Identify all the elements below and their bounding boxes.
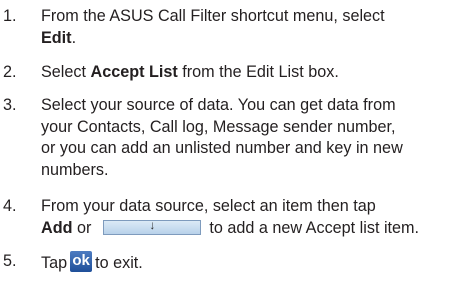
down-arrow-icon: ↓: [149, 217, 156, 232]
step-text-line: your Contacts, Call log, Message sender …: [41, 117, 396, 136]
step-text-part: Select: [41, 63, 91, 81]
step-text: From the ASUS Call Filter shortcut menu,…: [41, 6, 469, 49]
step-text: Select your source of data. You can get …: [41, 95, 469, 181]
step-number: 3.: [3, 96, 17, 114]
step-text-line: Edit.: [41, 28, 469, 50]
ok-button[interactable]: ok: [70, 251, 93, 272]
add-down-button[interactable]: ↓: [103, 217, 202, 235]
step-text: Tap ok to exit.: [41, 251, 469, 275]
step-text-line: numbers.: [41, 160, 109, 179]
menu-option-edit: Edit: [41, 28, 72, 47]
step-text-line: From the ASUS Call Filter shortcut menu,…: [41, 7, 385, 25]
ok-icon: ok: [72, 252, 90, 269]
step-text-part: Tap: [41, 254, 68, 272]
list-option-accept-list: Accept List: [90, 63, 178, 81]
step-text-part: or: [72, 218, 92, 237]
step-number: 2.: [3, 63, 17, 81]
step-text-part: from the Edit List box.: [177, 63, 339, 81]
step-text: Select Accept List from the Edit List bo…: [41, 62, 469, 84]
step-text: From your data source, select an item th…: [41, 196, 469, 239]
step-text-part: to exit.: [95, 254, 143, 272]
add-option: Add: [41, 218, 73, 237]
step-text-line: Select your source of data. You can get …: [41, 96, 396, 114]
step-text-line: From your data source, select an item th…: [41, 197, 376, 215]
step-number: 1.: [3, 7, 17, 25]
step-text-line: Add or ↓ to add a new Accept list item.: [41, 218, 469, 240]
step-text-line: Tap ok to exit.: [41, 251, 469, 275]
punctuation: .: [71, 28, 77, 47]
step-number: 5.: [3, 252, 17, 270]
instruction-document: 1. From the ASUS Call Filter shortcut me…: [0, 0, 471, 299]
step-text-part: to add a new Accept list item.: [209, 218, 420, 237]
step-text-line: or you can add an unlisted number and ke…: [41, 139, 403, 157]
step-text-line: Select Accept List from the Edit List bo…: [41, 62, 469, 84]
step-number: 4.: [3, 197, 17, 215]
